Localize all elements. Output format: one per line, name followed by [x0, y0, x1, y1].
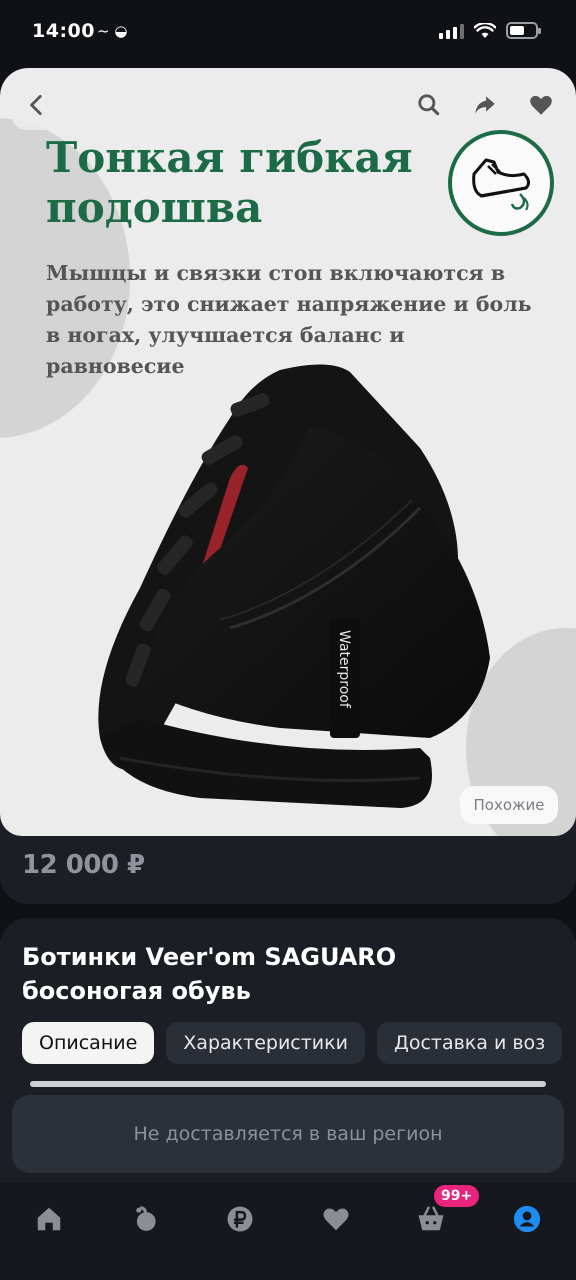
back-button[interactable] — [12, 80, 62, 130]
tab-delivery[interactable]: Доставка и воз — [376, 1022, 563, 1064]
delivery-notice: Не доставляется в ваш регион — [12, 1095, 564, 1173]
favorites-icon — [323, 1208, 349, 1231]
nav-catalog[interactable] — [123, 1197, 167, 1241]
bottom-nav: 99+ — [0, 1183, 576, 1280]
status-time: 14:00 — [32, 20, 95, 42]
search-icon — [418, 94, 440, 116]
product-tabs: Описание Характеристики Доставка и воз — [22, 1022, 563, 1064]
divider — [30, 1081, 546, 1087]
ruble-icon — [227, 1206, 253, 1232]
home-icon — [37, 1207, 61, 1231]
status-indicators: ~ ◒ — [97, 22, 128, 40]
share-icon — [475, 96, 495, 114]
cart-badge: 99+ — [434, 1185, 480, 1207]
favorite-button[interactable] — [516, 80, 566, 130]
product-price: 12 000 ₽ — [22, 850, 145, 880]
status-right — [439, 22, 541, 39]
nav-finance[interactable] — [218, 1197, 262, 1241]
wifi-icon — [474, 22, 496, 38]
search-button[interactable] — [404, 80, 454, 130]
nav-favorites[interactable] — [314, 1197, 358, 1241]
nav-profile[interactable] — [505, 1197, 549, 1241]
heart-icon — [530, 95, 552, 115]
product-image-carousel[interactable]: Тонкая гибкая подошва Мышцы и связки сто… — [0, 68, 576, 836]
signal-icon — [439, 23, 464, 39]
battery-icon — [506, 22, 541, 39]
cart-icon — [418, 1206, 444, 1231]
share-button[interactable] — [460, 80, 510, 130]
sneaker-icon — [448, 130, 554, 236]
product-title: Ботинки Veer'om SAGUARO босоногая обувь — [22, 943, 397, 1005]
product-card: Тонкая гибкая подошва Мышцы и связки сто… — [0, 68, 576, 904]
tab-characteristics[interactable]: Характеристики — [166, 1022, 365, 1064]
tab-description[interactable]: Описание — [22, 1022, 155, 1064]
status-bar: 14:00 ~ ◒ — [0, 0, 576, 66]
nav-home[interactable] — [27, 1197, 71, 1241]
chevron-left-icon — [30, 94, 42, 116]
profile-icon — [513, 1205, 541, 1233]
waterproof-tag: Waterproof — [336, 630, 352, 709]
catalog-icon — [136, 1206, 156, 1231]
similar-button[interactable]: Похожие — [460, 786, 558, 824]
product-shoe-image: Waterproof — [98, 364, 490, 808]
promo-title: Тонкая гибкая подошва — [46, 133, 413, 232]
